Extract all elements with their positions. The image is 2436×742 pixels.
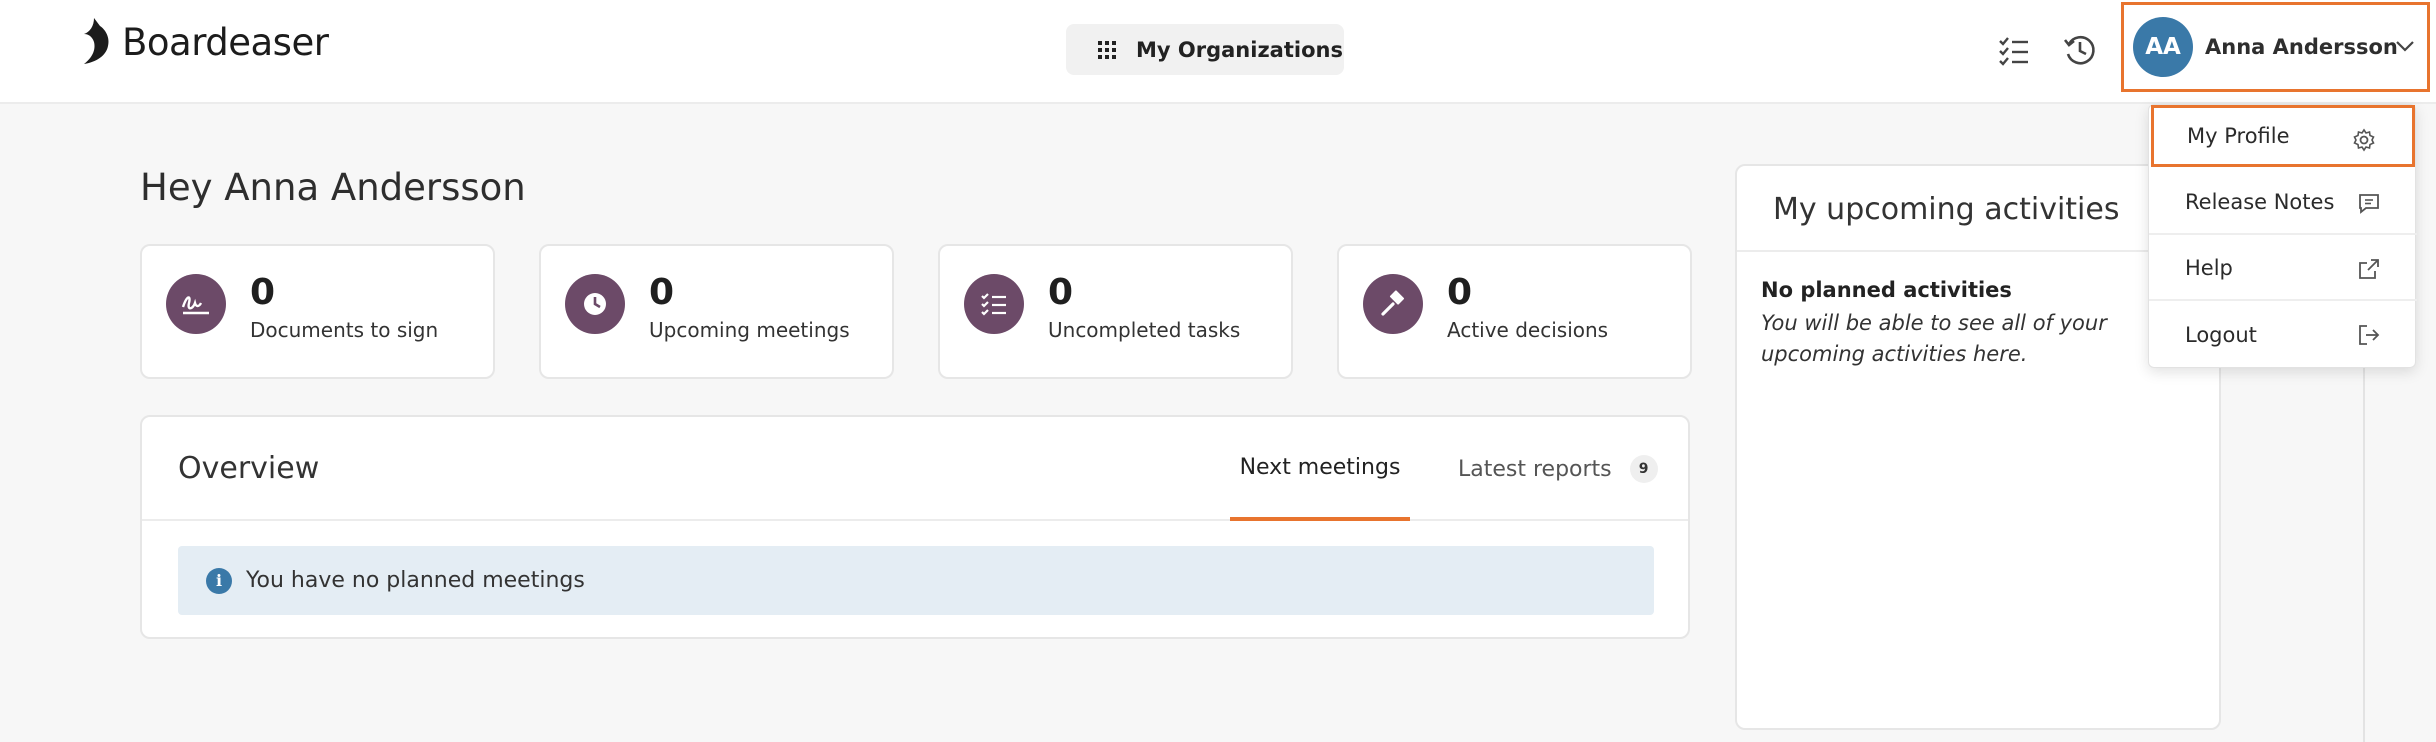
stat-card-documents[interactable]: 0 Documents to sign [140,244,495,379]
checklist-icon [964,274,1024,334]
activities-header: My upcoming activities [1737,166,2219,252]
history-icon[interactable] [2062,32,2098,68]
menu-item-label: Logout [2185,323,2257,347]
user-name: Anna Andersson [2205,35,2398,59]
clock-icon [565,274,625,334]
activities-empty-title: No planned activities [1761,278,2012,302]
logo-text: Boardeaser [122,20,329,64]
stat-value: 0 [649,272,675,313]
menu-item-release-notes[interactable]: Release Notes [2149,171,2417,235]
gavel-icon [1363,274,1423,334]
menu-item-my-profile[interactable]: My Profile [2151,105,2415,167]
stat-card-meetings[interactable]: 0 Upcoming meetings [539,244,894,379]
my-organizations-button[interactable]: My Organizations [1066,24,1344,75]
tab-next-meetings[interactable]: Next meetings [1230,417,1410,521]
user-menu-button[interactable]: AA Anna Andersson [2121,2,2430,92]
activities-empty-text: You will be able to see all of your upco… [1761,311,2107,366]
tab-label: Latest reports [1458,456,1612,482]
gear-icon [2353,128,2375,152]
overview-panel: Overview Next meetings Latest reports 9 … [140,415,1690,639]
menu-item-label: Help [2185,256,2233,280]
stat-label: Documents to sign [250,318,439,342]
stat-value: 0 [1447,272,1473,313]
info-message: You have no planned meetings [246,568,585,593]
external-link-icon [2359,259,2379,279]
activities-title: My upcoming activities [1773,192,2120,227]
menu-item-label: Release Notes [2185,190,2335,214]
boardeaser-logo-icon [84,18,109,64]
menu-item-help[interactable]: Help [2149,237,2417,301]
grid-icon [1098,40,1116,59]
logout-icon [2359,325,2380,345]
stat-card-decisions[interactable]: 0 Active decisions [1337,244,1692,379]
my-organizations-label: My Organizations [1136,37,1343,62]
stat-label: Upcoming meetings [649,318,850,342]
chevron-down-icon [2396,41,2414,52]
avatar: AA [2133,17,2193,77]
tab-label: Next meetings [1239,454,1401,480]
task-list-icon[interactable] [1996,32,2032,68]
menu-item-logout[interactable]: Logout [2149,303,2417,367]
stat-card-tasks[interactable]: 0 Uncompleted tasks [938,244,1293,379]
overview-header: Overview Next meetings Latest reports 9 [142,417,1688,521]
info-alert: i You have no planned meetings [178,546,1654,615]
top-bar: Boardeaser My Organizations AA Anna Ande… [0,0,2436,104]
info-icon: i [206,567,232,594]
signature-icon [166,274,226,334]
app-logo[interactable]: Boardeaser [80,16,329,68]
page-greeting: Hey Anna Andersson [140,166,526,209]
menu-item-label: My Profile [2187,124,2290,148]
stat-label: Uncompleted tasks [1048,318,1241,342]
user-dropdown-menu: My Profile Release Notes Help Logout [2148,104,2417,368]
count-badge: 9 [1629,455,1658,483]
overview-title: Overview [178,451,320,486]
stat-value: 0 [250,272,276,313]
message-icon [2359,194,2379,214]
tab-latest-reports[interactable]: Latest reports 9 [1458,417,1658,521]
stat-label: Active decisions [1447,318,1609,342]
stat-value: 0 [1048,272,1074,313]
